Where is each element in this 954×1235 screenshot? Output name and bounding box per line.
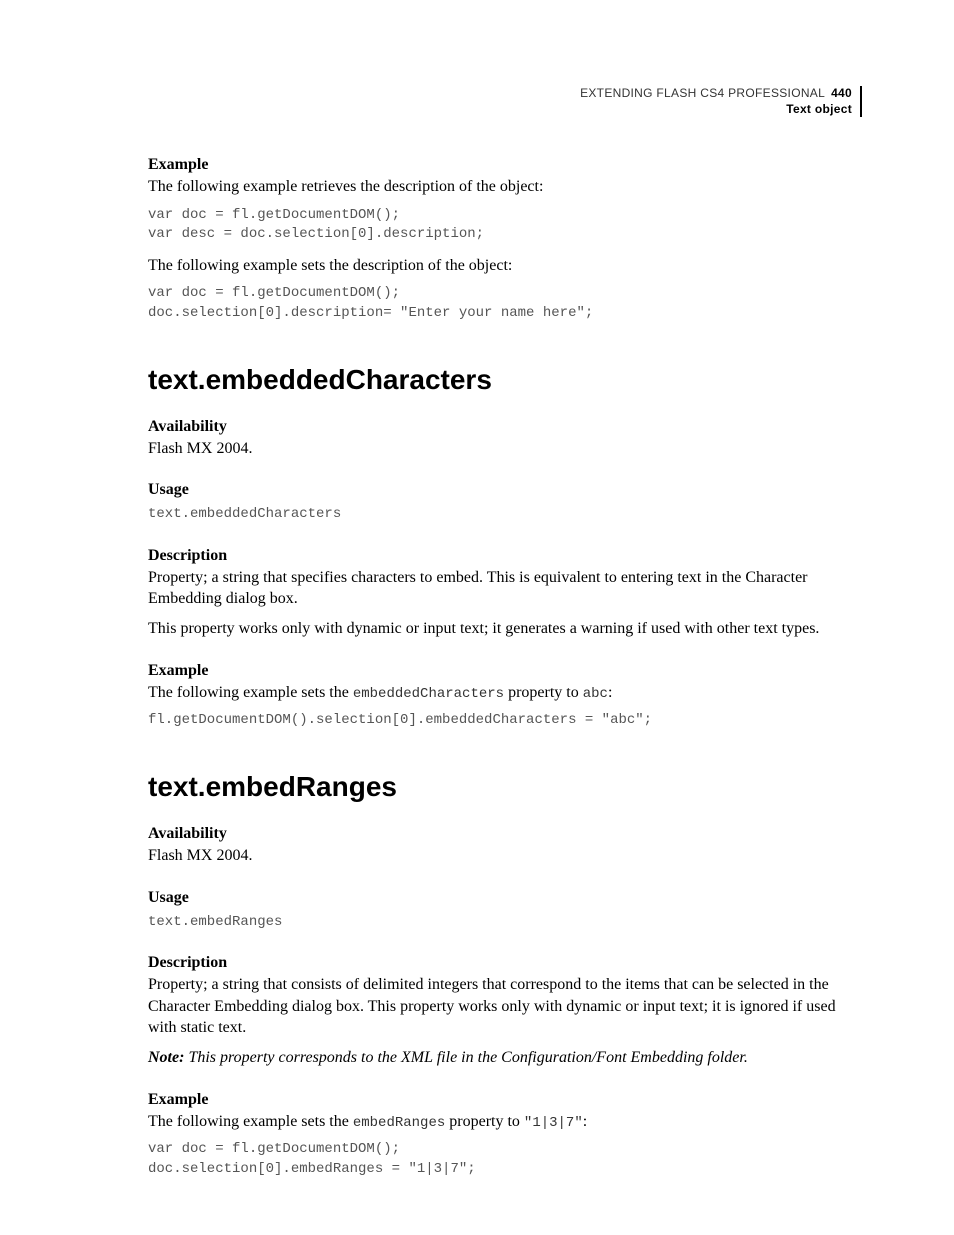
inline-code: embeddedCharacters bbox=[353, 686, 504, 702]
subhead-usage: Usage bbox=[148, 481, 862, 499]
text-fragment: property to bbox=[445, 1113, 524, 1130]
note-body: This property corresponds to the XML fil… bbox=[184, 1049, 747, 1066]
text-fragment: : bbox=[583, 1113, 587, 1130]
body-text: The following example retrieves the desc… bbox=[148, 176, 862, 198]
text-fragment: The following example sets the bbox=[148, 684, 353, 701]
description-text: This property works only with dynamic or… bbox=[148, 618, 862, 640]
availability-text: Flash MX 2004. bbox=[148, 438, 862, 460]
text-fragment: property to bbox=[504, 684, 583, 701]
running-header: EXTENDING FLASH CS4 PROFESSIONAL 440 Text… bbox=[580, 86, 862, 117]
note-text: Note: This property corresponds to the X… bbox=[148, 1047, 862, 1069]
code-block: var doc = fl.getDocumentDOM(); doc.selec… bbox=[148, 284, 862, 323]
availability-text: Flash MX 2004. bbox=[148, 845, 862, 867]
page-content: Example The following example retrieves … bbox=[148, 156, 862, 1180]
example-intro: The following example sets the embeddedC… bbox=[148, 682, 862, 704]
usage-code: text.embedRanges bbox=[148, 913, 862, 933]
section-title-embedRanges: text.embedRanges bbox=[148, 771, 862, 803]
usage-code: text.embeddedCharacters bbox=[148, 505, 862, 525]
example-intro: The following example sets the embedRang… bbox=[148, 1111, 862, 1133]
inline-code: "1|3|7" bbox=[524, 1115, 583, 1131]
subhead-example: Example bbox=[148, 1091, 862, 1109]
page: EXTENDING FLASH CS4 PROFESSIONAL 440 Text… bbox=[0, 0, 954, 1235]
section-title-embeddedCharacters: text.embeddedCharacters bbox=[148, 364, 862, 396]
subhead-example: Example bbox=[148, 156, 862, 174]
subhead-availability: Availability bbox=[148, 418, 862, 436]
note-label: Note: bbox=[148, 1049, 184, 1066]
subhead-description: Description bbox=[148, 954, 862, 972]
code-block: var doc = fl.getDocumentDOM(); doc.selec… bbox=[148, 1140, 862, 1179]
inline-code: embedRanges bbox=[353, 1115, 445, 1131]
subhead-availability: Availability bbox=[148, 825, 862, 843]
body-text: The following example sets the descripti… bbox=[148, 255, 862, 277]
description-text: Property; a string that specifies charac… bbox=[148, 567, 862, 610]
book-title: EXTENDING FLASH CS4 PROFESSIONAL bbox=[580, 86, 825, 100]
header-section: Text object bbox=[580, 102, 852, 118]
text-fragment: : bbox=[608, 684, 612, 701]
subhead-example: Example bbox=[148, 662, 862, 680]
page-number: 440 bbox=[831, 86, 852, 100]
subhead-description: Description bbox=[148, 547, 862, 565]
code-block: var doc = fl.getDocumentDOM(); var desc … bbox=[148, 206, 862, 245]
inline-code: abc bbox=[583, 686, 608, 702]
text-fragment: The following example sets the bbox=[148, 1113, 353, 1130]
description-text: Property; a string that consists of deli… bbox=[148, 974, 862, 1039]
code-block: fl.getDocumentDOM().selection[0].embedde… bbox=[148, 711, 862, 731]
subhead-usage: Usage bbox=[148, 889, 862, 907]
